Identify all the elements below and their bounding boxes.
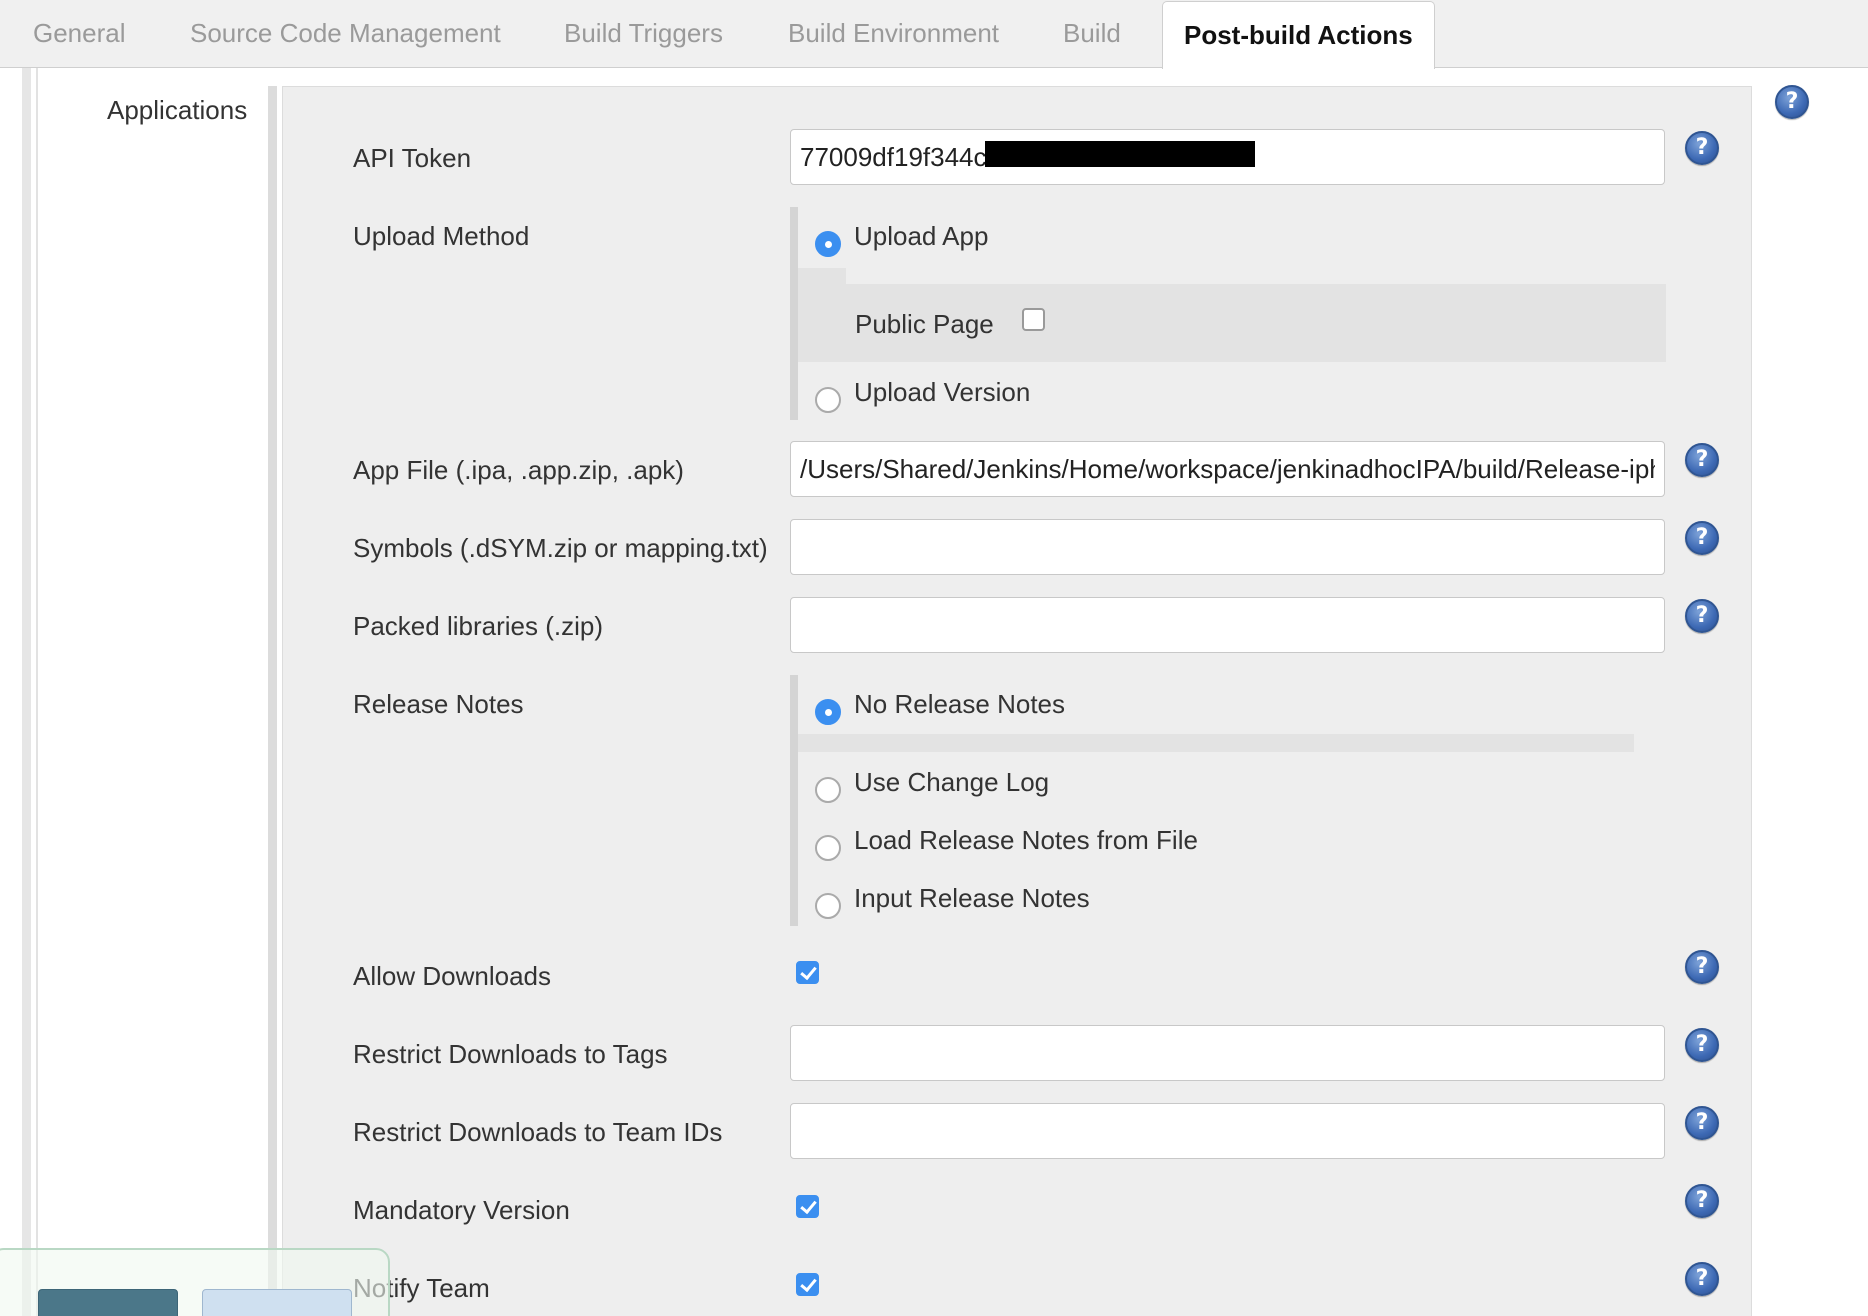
tab-general[interactable]: General xyxy=(33,0,126,68)
tab-source-code-management[interactable]: Source Code Management xyxy=(190,0,501,68)
symbols-input[interactable] xyxy=(790,519,1665,575)
inner-section-rail xyxy=(268,86,277,1316)
api-token-help-icon[interactable] xyxy=(1685,131,1719,165)
outer-section-rail xyxy=(22,68,31,1316)
tab-build-triggers[interactable]: Build Triggers xyxy=(564,0,723,68)
release-notes-group-bar xyxy=(790,675,798,926)
outer-section-divider xyxy=(36,68,38,1316)
tab-build-environment[interactable]: Build Environment xyxy=(788,0,999,68)
allow-downloads-checkbox[interactable] xyxy=(796,961,819,984)
input-release-notes-option-label: Input Release Notes xyxy=(854,883,1090,913)
symbols-label: Symbols (.dSYM.zip or mapping.txt) xyxy=(353,533,768,563)
restrict-team-ids-help-icon[interactable] xyxy=(1685,1106,1719,1140)
section-help-icon[interactable] xyxy=(1775,85,1809,119)
use-change-log-option-label: Use Change Log xyxy=(854,767,1050,797)
packed-libraries-input[interactable] xyxy=(790,597,1665,653)
jenkins-job-config: General Source Code Management Build Tri… xyxy=(0,0,1868,1316)
upload-method-label: Upload Method xyxy=(353,221,530,251)
section-label-applications: Applications xyxy=(107,95,248,125)
upload-method-sub-tab xyxy=(798,268,846,285)
mandatory-version-checkbox[interactable] xyxy=(796,1195,819,1218)
no-release-notes-radio[interactable] xyxy=(815,699,841,725)
tab-post-build-actions[interactable]: Post-build Actions xyxy=(1162,1,1435,69)
upload-app-radio[interactable] xyxy=(815,231,841,257)
redacted-token-block xyxy=(985,141,1255,167)
app-file-input[interactable] xyxy=(790,441,1665,497)
mandatory-version-label: Mandatory Version xyxy=(353,1195,570,1225)
upload-method-group-bar xyxy=(790,207,798,420)
config-tabbar: General Source Code Management Build Tri… xyxy=(0,0,1868,69)
symbols-help-icon[interactable] xyxy=(1685,521,1719,555)
app-file-label: App File (.ipa, .app.zip, .apk) xyxy=(353,455,684,485)
tab-build[interactable]: Build xyxy=(1063,0,1121,68)
upload-version-radio[interactable] xyxy=(815,387,841,413)
upload-app-option-label: Upload App xyxy=(854,221,989,251)
restrict-team-ids-label: Restrict Downloads to Team IDs xyxy=(353,1117,723,1147)
public-page-checkbox[interactable] xyxy=(1022,308,1045,331)
mandatory-version-help-icon[interactable] xyxy=(1685,1184,1719,1218)
restrict-tags-input[interactable] xyxy=(790,1025,1665,1081)
packed-libraries-help-icon[interactable] xyxy=(1685,599,1719,633)
save-button[interactable] xyxy=(38,1289,178,1316)
api-token-label: API Token xyxy=(353,143,472,173)
notify-team-checkbox[interactable] xyxy=(796,1273,819,1296)
load-release-notes-from-file-option-label: Load Release Notes from File xyxy=(854,825,1198,855)
app-file-help-icon[interactable] xyxy=(1685,443,1719,477)
restrict-tags-label: Restrict Downloads to Tags xyxy=(353,1039,668,1069)
use-change-log-radio[interactable] xyxy=(815,777,841,803)
restrict-tags-help-icon[interactable] xyxy=(1685,1028,1719,1062)
release-notes-label: Release Notes xyxy=(353,689,524,719)
notify-team-help-icon[interactable] xyxy=(1685,1262,1719,1296)
public-page-label: Public Page xyxy=(855,309,994,339)
no-release-notes-option-label: No Release Notes xyxy=(854,689,1065,719)
load-release-notes-from-file-radio[interactable] xyxy=(815,835,841,861)
apply-button[interactable] xyxy=(202,1289,352,1316)
upload-version-option-label: Upload Version xyxy=(854,377,1031,407)
restrict-team-ids-input[interactable] xyxy=(790,1103,1665,1159)
no-release-notes-sub-panel xyxy=(798,734,1634,752)
packed-libraries-label: Packed libraries (.zip) xyxy=(353,611,603,641)
allow-downloads-label: Allow Downloads xyxy=(353,961,551,991)
input-release-notes-radio[interactable] xyxy=(815,893,841,919)
allow-downloads-help-icon[interactable] xyxy=(1685,950,1719,984)
